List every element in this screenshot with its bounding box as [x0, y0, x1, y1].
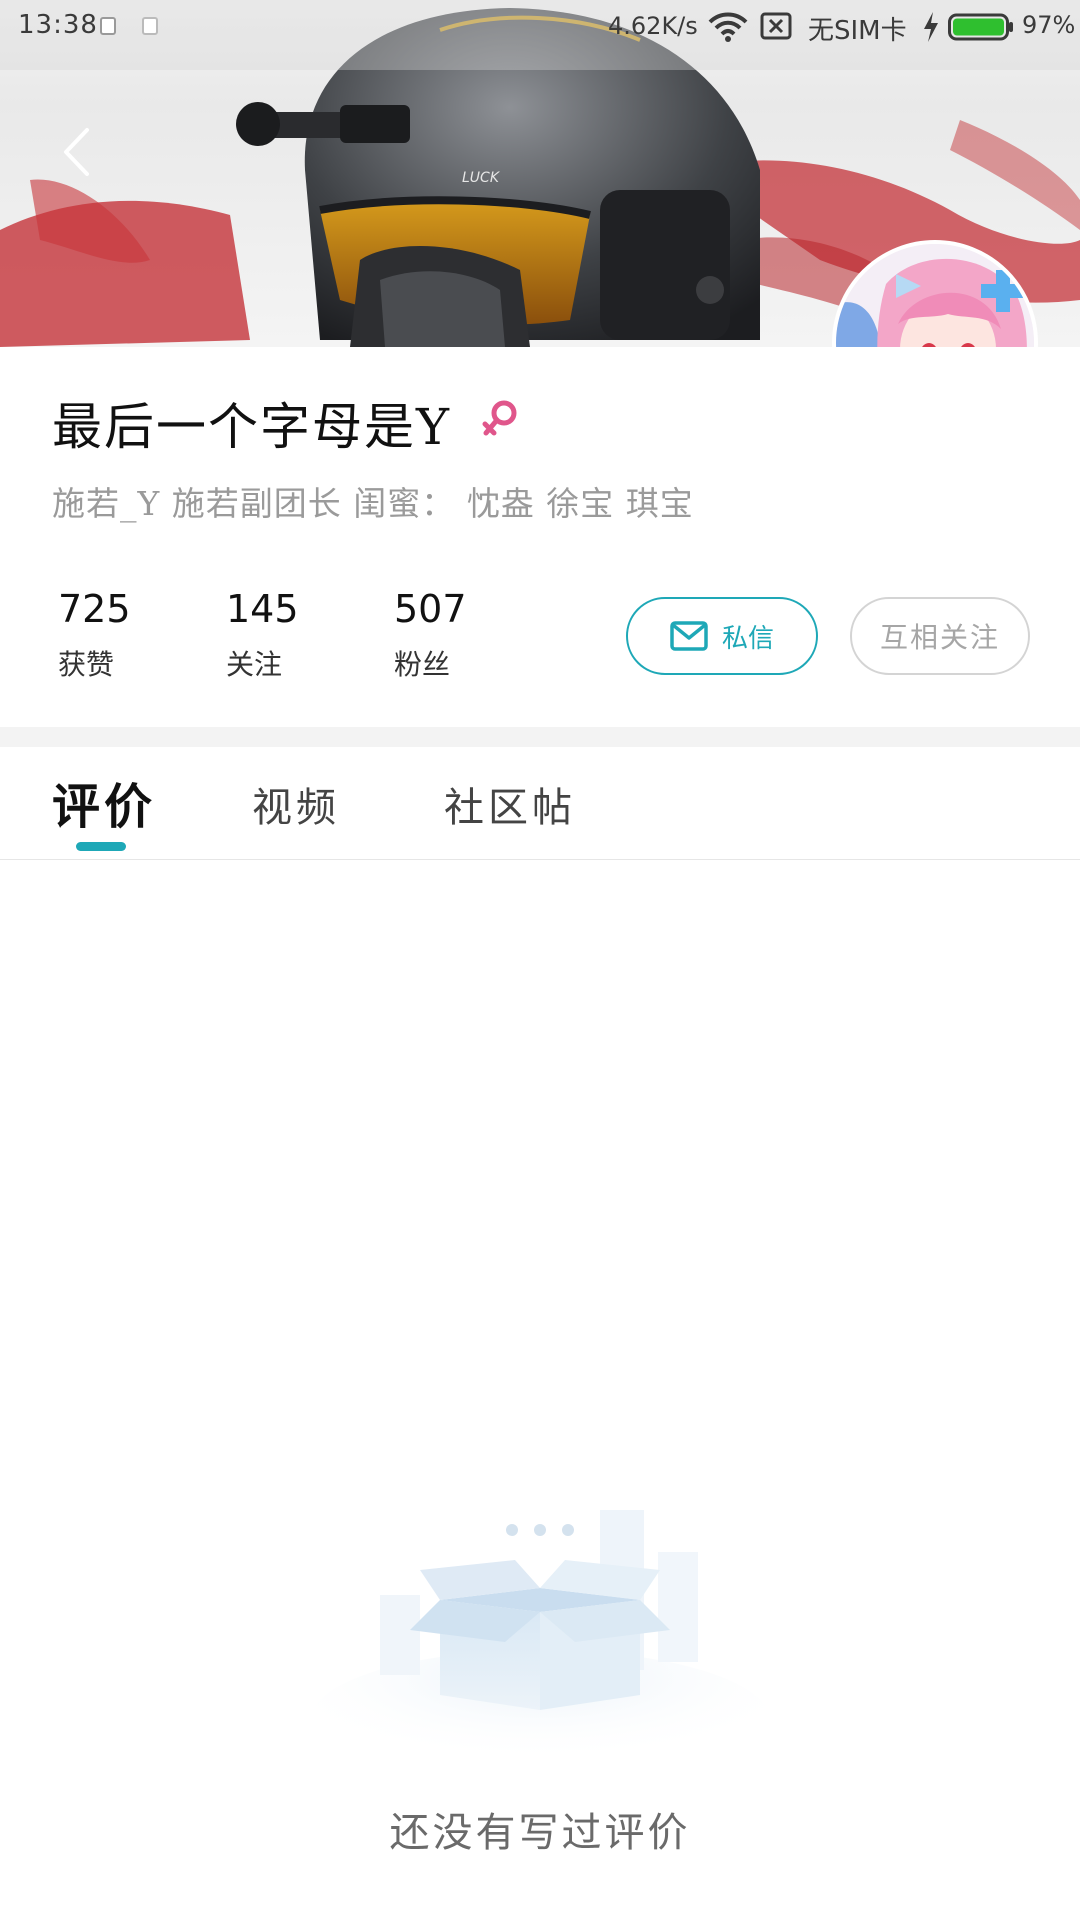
username: 最后一个字母是Y [52, 398, 452, 456]
battery-icon [948, 13, 1013, 41]
mutual-follow-button[interactable]: 互相关注 [850, 597, 1030, 675]
empty-state-text: 还没有写过评价 [389, 1810, 691, 1856]
content-tabs: 评价 视频 社区帖 [0, 747, 1080, 860]
stat-label: 关注 [226, 648, 283, 681]
back-button[interactable] [48, 120, 104, 184]
follow-button-label: 互相关注 [879, 621, 1000, 654]
wifi-icon [708, 12, 748, 42]
svg-text:LUCK: LUCK [462, 170, 501, 186]
stat-following[interactable]: 145 关注 [226, 587, 299, 683]
status-bar: 13:38 4.62K/s 无SIM卡 97% [0, 0, 1080, 54]
battery-percent: 97% [1022, 11, 1076, 39]
message-button-label: 私信 [721, 623, 774, 654]
charging-icon [924, 12, 938, 42]
section-divider [0, 727, 1080, 747]
stat-value: 507 [394, 587, 467, 631]
female-icon [482, 400, 517, 436]
tab-community-posts[interactable]: 社区帖 [444, 775, 576, 833]
profile-section: 最后一个字母是Y 施若_Y 施若副团长 闺蜜： 忱盎 徐宝 琪宝 725 获赞 … [0, 347, 1080, 727]
stat-value: 145 [226, 587, 299, 631]
no-sim-icon [760, 12, 792, 40]
notification-icon [142, 17, 158, 35]
stat-value: 725 [58, 587, 131, 631]
tab-reviews[interactable]: 评价 [52, 767, 156, 837]
tab-videos[interactable]: 视频 [252, 775, 340, 833]
network-speed: 4.62K/s [608, 12, 698, 40]
sim-status: 无SIM卡 [808, 16, 907, 46]
notification-icon [100, 17, 116, 35]
stat-fans[interactable]: 507 粉丝 [394, 587, 467, 683]
status-time: 13:38 [18, 10, 98, 40]
stat-label: 获赞 [58, 648, 115, 681]
stat-likes[interactable]: 725 获赞 [58, 587, 131, 683]
stat-label: 粉丝 [394, 648, 451, 681]
back-chevron-icon [64, 128, 89, 176]
message-button[interactable]: 私信 [626, 597, 818, 675]
active-tab-indicator [76, 842, 126, 851]
empty-box-icon [310, 1510, 770, 1760]
mail-icon [670, 621, 708, 651]
bio-text: 施若_Y 施若副团长 闺蜜： 忱盎 徐宝 琪宝 [52, 484, 694, 523]
